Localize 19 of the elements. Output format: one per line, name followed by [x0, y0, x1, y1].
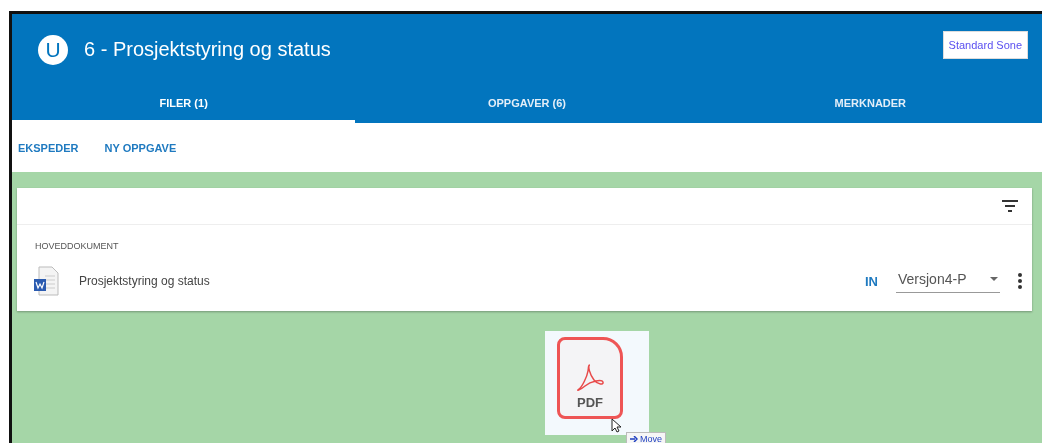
pdf-file-icon: PDF	[557, 337, 623, 419]
drag-tooltip: Move	[626, 432, 666, 443]
avatar-badge: U	[38, 34, 68, 65]
version-dropdown[interactable]: Versjon4-P	[896, 269, 1000, 293]
more-icon[interactable]	[1018, 273, 1022, 289]
action-link[interactable]: EKSPEDER	[18, 141, 79, 154]
caret-icon	[990, 277, 998, 281]
cursor-icon	[611, 418, 621, 433]
section-label: HOVEDDOKUMENT	[34, 240, 120, 251]
tab[interactable]: OPPGAVER (6)	[355, 85, 699, 123]
word-document-icon	[33, 266, 61, 296]
document-name[interactable]: Prosjektstyring og status	[79, 274, 847, 288]
filter-icon[interactable]	[1002, 200, 1018, 212]
window-title: 6 - Prosjektstyring og status	[84, 38, 332, 61]
arrow-icon	[630, 435, 638, 442]
tab[interactable]: MERKNADER	[698, 85, 1042, 123]
action-link[interactable]: NY OPPGAVE	[104, 141, 177, 154]
status-label: IN	[865, 273, 878, 289]
zone-button[interactable]: Standard Sone	[942, 30, 1028, 59]
